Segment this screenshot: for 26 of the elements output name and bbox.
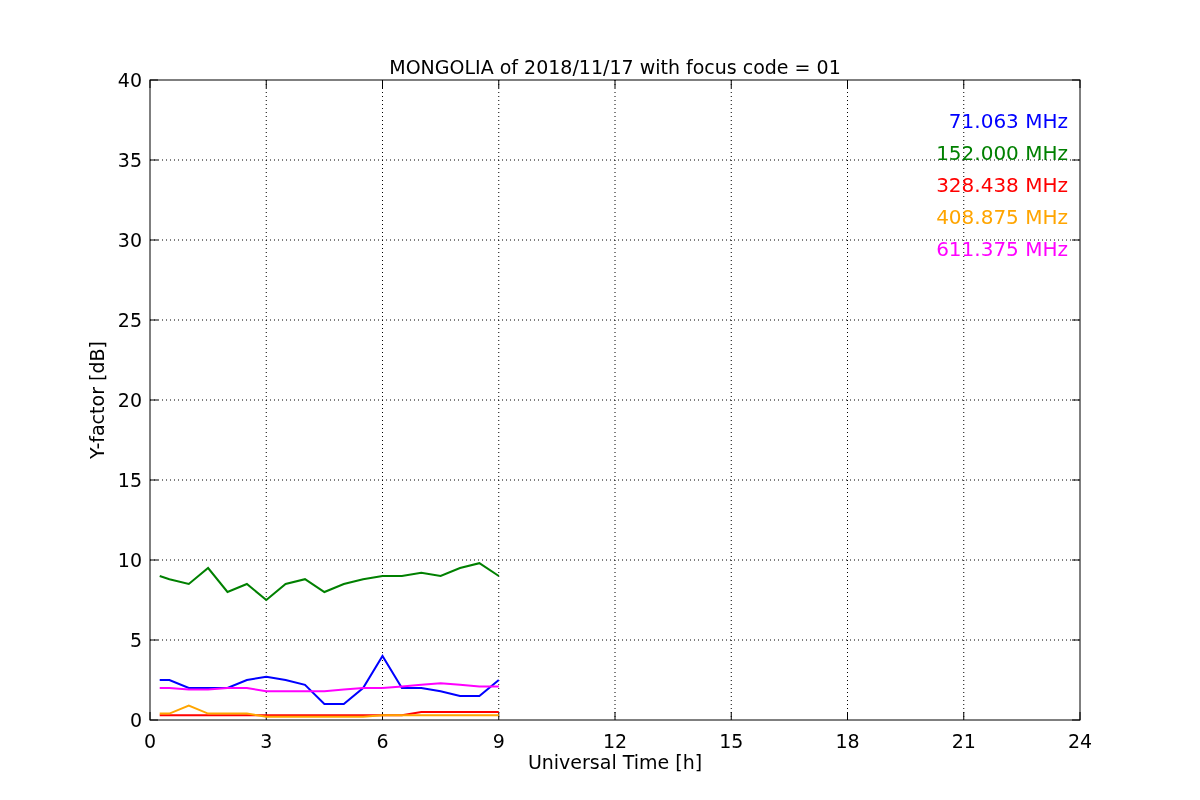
y-tick-label: 0 bbox=[129, 709, 142, 731]
legend-label: 611.375 MHz bbox=[936, 237, 1068, 261]
x-tick-label: 12 bbox=[602, 730, 628, 752]
x-tick-label: 3 bbox=[260, 730, 273, 752]
x-tick-label: 9 bbox=[492, 730, 505, 752]
y-axis-title: Y-factor [dB] bbox=[86, 341, 108, 459]
y-tick-label: 15 bbox=[117, 469, 142, 491]
y-tick-label: 5 bbox=[129, 629, 142, 651]
x-tick-label: 6 bbox=[376, 730, 389, 752]
y-tick-label: 25 bbox=[117, 309, 142, 331]
x-tick-label: 21 bbox=[951, 730, 976, 752]
y-tick-label: 30 bbox=[117, 229, 142, 251]
legend-label: 328.438 MHz bbox=[936, 173, 1068, 197]
x-tick-label: 0 bbox=[143, 730, 157, 752]
chart-title: MONGOLIA of 2018/11/17 with focus code = 01 bbox=[389, 56, 841, 78]
y-tick-label: 20 bbox=[117, 389, 142, 411]
x-axis-title: Universal Time [h] bbox=[527, 751, 703, 773]
x-tick-label: 18 bbox=[835, 730, 860, 752]
x-tick-label: 24 bbox=[1067, 730, 1093, 752]
legend-label: 152.000 MHz bbox=[936, 141, 1068, 165]
y-tick-label: 10 bbox=[117, 549, 142, 571]
legend-label: 408.875 MHz bbox=[936, 205, 1068, 229]
y-tick-label: 35 bbox=[117, 149, 142, 171]
y-tick-label: 40 bbox=[117, 69, 142, 91]
x-tick-label: 15 bbox=[719, 730, 744, 752]
legend-label: 71.063 MHz bbox=[948, 109, 1068, 133]
